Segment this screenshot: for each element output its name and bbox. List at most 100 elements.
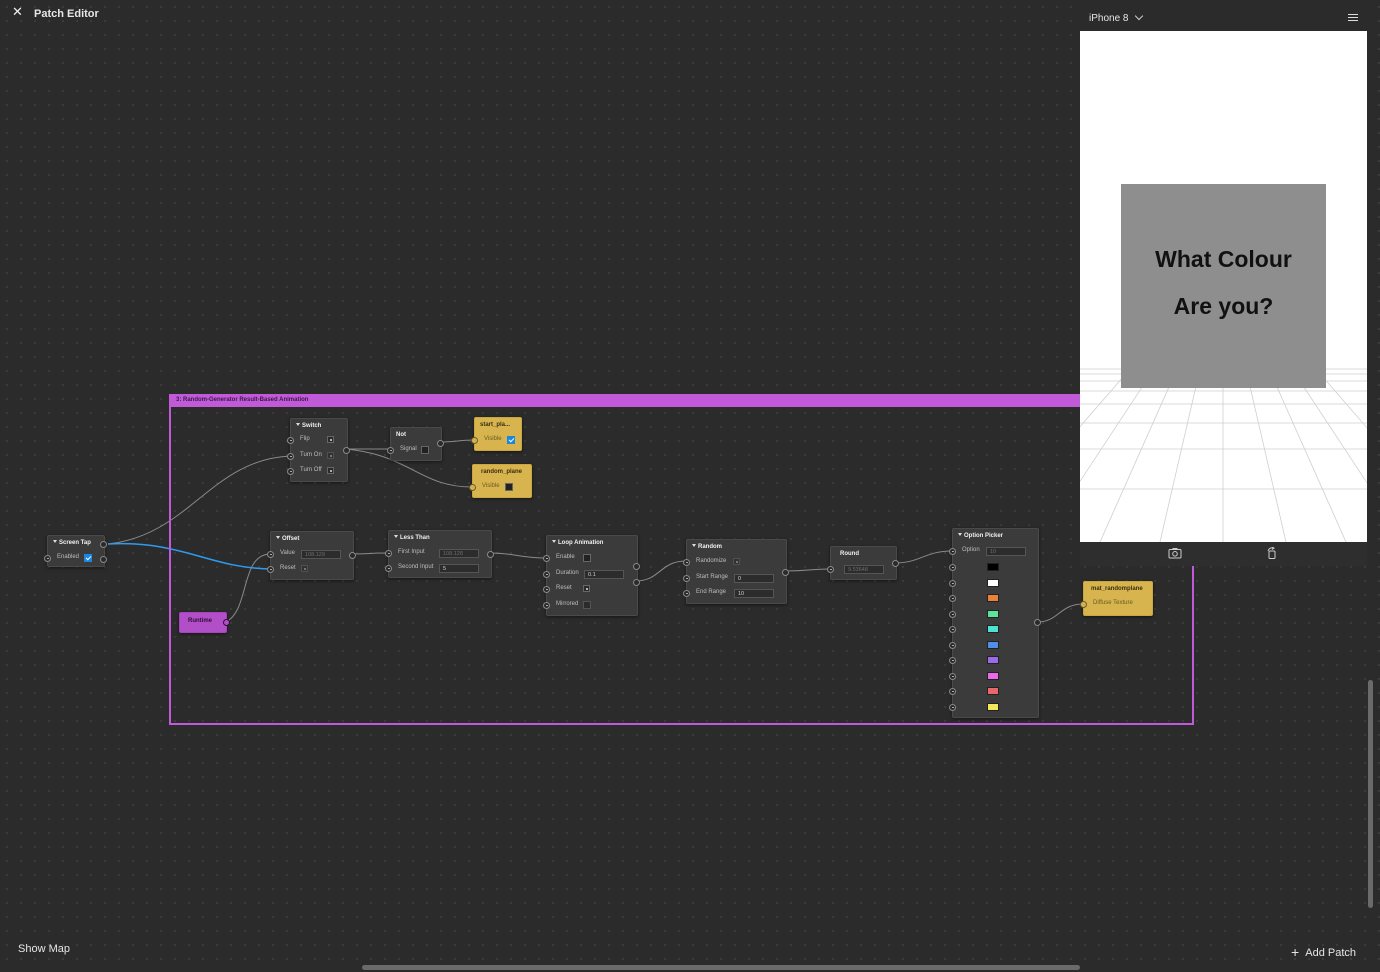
enabled-checkbox[interactable] bbox=[84, 554, 92, 562]
node-option-picker[interactable]: Option Picker Option 10 bbox=[949, 528, 1041, 718]
collapse-icon[interactable] bbox=[552, 540, 556, 543]
color-swatch[interactable] bbox=[987, 594, 999, 602]
second-input-field[interactable]: 5 bbox=[439, 564, 479, 573]
first-input-field[interactable]: 108.128 bbox=[439, 549, 479, 558]
node-start-plane[interactable]: start_pla... Visible bbox=[471, 417, 522, 451]
output-port[interactable] bbox=[892, 560, 899, 567]
input-port[interactable] bbox=[287, 468, 294, 475]
pulse-button[interactable] bbox=[327, 436, 334, 443]
output-port[interactable] bbox=[223, 619, 230, 626]
input-port[interactable] bbox=[949, 672, 956, 680]
input-port[interactable] bbox=[683, 590, 690, 597]
vertical-scrollbar[interactable] bbox=[1368, 680, 1373, 908]
input-port[interactable] bbox=[543, 571, 550, 578]
output-port[interactable] bbox=[437, 440, 444, 447]
visible-checkbox[interactable] bbox=[505, 483, 513, 491]
input-port[interactable] bbox=[387, 447, 394, 454]
color-swatch[interactable] bbox=[987, 671, 999, 680]
node-random-plane[interactable]: random_plane Visible bbox=[469, 464, 532, 498]
input-port[interactable] bbox=[949, 579, 956, 587]
input-port[interactable] bbox=[385, 565, 392, 572]
duration-field[interactable]: 0.1 bbox=[584, 570, 624, 579]
color-swatch[interactable] bbox=[987, 687, 999, 695]
input-port[interactable] bbox=[1080, 601, 1087, 608]
color-swatch[interactable] bbox=[987, 656, 999, 664]
input-port[interactable] bbox=[683, 559, 690, 566]
collapse-icon[interactable] bbox=[276, 536, 280, 539]
collapse-icon[interactable] bbox=[692, 544, 696, 547]
node-round[interactable]: Round 9.53648 bbox=[827, 546, 899, 580]
input-port[interactable] bbox=[949, 641, 956, 649]
node-not[interactable]: Not Signal bbox=[387, 427, 444, 461]
input-port[interactable] bbox=[267, 566, 274, 573]
node-screen-tap[interactable]: Screen Tap Enabled bbox=[44, 535, 107, 567]
output-port[interactable] bbox=[782, 569, 789, 576]
output-port[interactable] bbox=[100, 556, 107, 563]
output-port[interactable] bbox=[349, 552, 356, 559]
input-port[interactable] bbox=[287, 453, 294, 460]
color-swatch[interactable] bbox=[987, 563, 999, 571]
pulse-button[interactable] bbox=[733, 558, 740, 565]
input-port[interactable] bbox=[543, 586, 550, 593]
collapse-icon[interactable] bbox=[394, 535, 398, 538]
input-port[interactable] bbox=[949, 703, 956, 711]
option-field[interactable]: 10 bbox=[986, 547, 1026, 556]
input-port[interactable] bbox=[44, 555, 51, 562]
node-loop-animation[interactable]: Loop Animation Enable Duration 0.1 Reset … bbox=[543, 535, 640, 616]
signal-checkbox[interactable] bbox=[421, 446, 429, 454]
camera-flip-icon[interactable] bbox=[1168, 547, 1182, 559]
output-port[interactable] bbox=[1034, 619, 1041, 626]
input-port[interactable] bbox=[267, 551, 274, 558]
color-swatch[interactable] bbox=[987, 609, 999, 618]
input-port[interactable] bbox=[385, 550, 392, 557]
group-header[interactable]: 3: Random-Generator Result-Based Animati… bbox=[171, 396, 1192, 407]
pulse-button[interactable] bbox=[327, 452, 334, 459]
collapse-icon[interactable] bbox=[296, 423, 300, 426]
node-less-than[interactable]: Less Than First Input 108.128 Second Inpu… bbox=[385, 530, 494, 578]
color-swatch[interactable] bbox=[987, 640, 999, 649]
input-port[interactable] bbox=[949, 626, 956, 633]
collapse-icon[interactable] bbox=[53, 540, 57, 543]
input-port[interactable] bbox=[683, 575, 690, 582]
input-port[interactable] bbox=[543, 555, 550, 562]
color-swatch[interactable] bbox=[987, 702, 999, 711]
input-port[interactable] bbox=[827, 566, 834, 573]
output-port[interactable] bbox=[343, 447, 350, 454]
input-port[interactable] bbox=[471, 437, 478, 444]
rotate-icon[interactable] bbox=[1265, 547, 1279, 559]
end-range-field[interactable]: 10 bbox=[734, 589, 774, 598]
output-port[interactable] bbox=[100, 541, 107, 548]
node-mat-randomplane[interactable]: mat_randomplane Diffuse Texture bbox=[1080, 581, 1153, 616]
output-port[interactable] bbox=[633, 579, 640, 586]
output-port[interactable] bbox=[633, 563, 640, 570]
output-port[interactable] bbox=[487, 551, 494, 558]
horizontal-scrollbar[interactable] bbox=[362, 965, 1080, 970]
input-port[interactable] bbox=[543, 602, 550, 609]
collapse-icon[interactable] bbox=[958, 533, 962, 536]
show-map-button[interactable]: Show Map bbox=[18, 943, 70, 955]
input-port[interactable] bbox=[949, 688, 956, 695]
visible-checkbox[interactable] bbox=[507, 436, 515, 444]
input-port[interactable] bbox=[949, 595, 956, 602]
preview-viewport[interactable]: What Colour Are you? bbox=[1080, 31, 1367, 542]
node-runtime[interactable]: Runtime bbox=[179, 612, 230, 633]
node-switch[interactable]: Switch Flip Turn On Turn Off bbox=[287, 418, 350, 482]
color-swatch[interactable] bbox=[987, 578, 999, 587]
pulse-button[interactable] bbox=[327, 467, 334, 474]
value-field[interactable]: 108.129 bbox=[301, 550, 341, 559]
pulse-button[interactable] bbox=[301, 565, 308, 572]
input-port[interactable] bbox=[287, 437, 294, 444]
color-swatch[interactable] bbox=[987, 625, 999, 633]
enable-checkbox[interactable] bbox=[583, 554, 591, 562]
input-port[interactable] bbox=[469, 484, 476, 491]
device-selector[interactable]: iPhone 8 bbox=[1089, 11, 1144, 24]
add-patch-button[interactable]: + Add Patch bbox=[1291, 943, 1356, 960]
mirrored-checkbox[interactable] bbox=[583, 601, 591, 609]
node-random[interactable]: Random Randomize Start Range 0 End Range 1… bbox=[683, 539, 789, 604]
input-port[interactable] bbox=[949, 548, 956, 555]
start-range-field[interactable]: 0 bbox=[734, 574, 774, 583]
input-port[interactable] bbox=[949, 657, 956, 664]
menu-icon[interactable] bbox=[1348, 14, 1358, 23]
node-offset[interactable]: Offset Value 108.129 Reset bbox=[267, 531, 356, 580]
input-port[interactable] bbox=[949, 610, 956, 618]
